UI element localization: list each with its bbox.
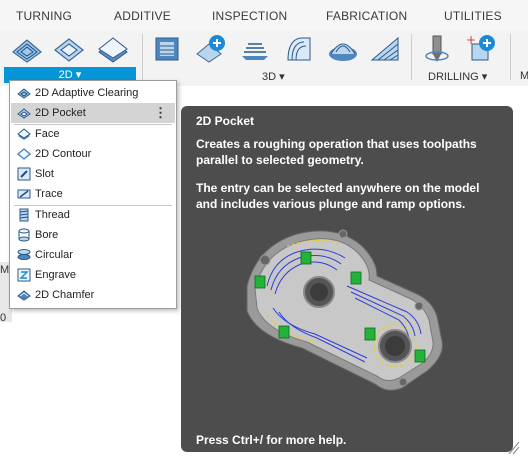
tooltip-description: Creates a roughing operation that uses t… bbox=[196, 137, 477, 167]
parallel-icon[interactable] bbox=[238, 32, 272, 66]
menu-item-label: Slot bbox=[35, 168, 54, 180]
menu-item-label: Circular bbox=[35, 249, 73, 261]
menu-item-bore[interactable]: Bore bbox=[11, 225, 175, 245]
menu-item-engrave[interactable]: Engrave bbox=[11, 265, 175, 285]
tooltip-description-2: The entry can be selected anywhere on th… bbox=[196, 181, 480, 211]
chamfer-icon bbox=[17, 290, 31, 301]
bore-icon bbox=[18, 228, 30, 242]
scallop-icon[interactable] bbox=[368, 32, 402, 66]
contour-3d-icon[interactable] bbox=[282, 32, 316, 66]
tooltip-help-hint: Press Ctrl+/ for more help. bbox=[196, 433, 347, 447]
face-toolbar-icon[interactable] bbox=[96, 32, 130, 66]
menu-item-thread[interactable]: Thread bbox=[11, 205, 175, 225]
tab-fabrication[interactable]: FABRICATION bbox=[326, 9, 407, 23]
face-icon bbox=[17, 128, 31, 140]
pocket-toolbar-icon[interactable] bbox=[52, 32, 86, 66]
radial-icon[interactable] bbox=[326, 32, 360, 66]
menu-item-2d-adaptive-clearing[interactable]: 2D Adaptive Clearing bbox=[11, 83, 175, 103]
ribbon-toolbar: 2D ▾ 3D ▾ + DRILLING ▾ M bbox=[0, 30, 528, 87]
next-group-label[interactable]: M bbox=[520, 70, 528, 82]
left-panel-text-2: 0 bbox=[0, 312, 7, 324]
menu-item-label: Thread bbox=[35, 209, 70, 221]
adaptive-clearing-icon bbox=[17, 88, 31, 99]
circular-icon bbox=[17, 249, 31, 260]
tab-additive[interactable]: ADDITIVE bbox=[114, 9, 171, 23]
menu-item-label: 2D Contour bbox=[35, 148, 92, 160]
drilling-group-dropdown[interactable]: DRILLING ▾ bbox=[428, 70, 487, 83]
slot-icon bbox=[17, 167, 31, 181]
contour-icon bbox=[17, 148, 31, 160]
menu-item-2d-contour[interactable]: 2D Contour bbox=[11, 144, 175, 164]
more-options-icon[interactable]: ⋮ bbox=[154, 105, 167, 121]
tab-inspection[interactable]: INSPECTION bbox=[212, 9, 287, 23]
menu-item-trace[interactable]: Trace bbox=[11, 184, 175, 204]
drill-icon[interactable] bbox=[420, 32, 454, 66]
menu-item-2d-pocket[interactable]: 2D Pocket ⋮ bbox=[11, 103, 175, 123]
pocket-icon bbox=[17, 108, 31, 119]
menu-item-label: Engrave bbox=[35, 269, 76, 281]
pocket-toolpath-illustration bbox=[246, 229, 443, 391]
menu-item-face[interactable]: Face bbox=[11, 124, 175, 144]
trace-icon bbox=[17, 189, 31, 199]
menu-item-slot[interactable]: Slot bbox=[11, 164, 175, 184]
menu-item-circular[interactable]: Circular bbox=[11, 245, 175, 265]
menu-item-2d-chamfer[interactable]: 2D Chamfer bbox=[11, 285, 175, 305]
tab-turning[interactable]: TURNING bbox=[16, 9, 72, 23]
tooltip-title: 2D Pocket bbox=[196, 114, 255, 128]
menu-item-label: Bore bbox=[35, 229, 59, 241]
menu-item-label: Face bbox=[35, 128, 60, 140]
tab-utilities[interactable]: UTILITIES bbox=[444, 9, 502, 23]
toolbar-separator bbox=[411, 34, 412, 80]
3d-pocket-icon[interactable] bbox=[194, 32, 228, 66]
toolbar-separator bbox=[510, 34, 511, 80]
toolbar-separator bbox=[142, 34, 143, 80]
menu-item-label: 2D Chamfer bbox=[35, 289, 95, 301]
resize-corner-icon bbox=[508, 441, 520, 455]
thread-icon bbox=[19, 208, 29, 222]
menu-item-label: 2D Adaptive Clearing bbox=[35, 87, 139, 99]
tooltip-2d-pocket: 2D Pocket Creates a roughing operation t… bbox=[181, 106, 513, 452]
engrave-icon bbox=[17, 268, 31, 282]
adaptive-clearing-icon[interactable] bbox=[10, 32, 44, 66]
3d-adaptive-icon[interactable] bbox=[150, 32, 184, 66]
hole-recognition-icon[interactable]: + bbox=[464, 32, 498, 66]
menu-item-label: 2D Pocket bbox=[35, 107, 86, 119]
menu-item-label: Trace bbox=[35, 188, 63, 200]
ribbon-tabs: TURNING ADDITIVE INSPECTION FABRICATION … bbox=[0, 0, 528, 30]
2d-operations-menu: 2D Adaptive Clearing 2D Pocket ⋮ Face 2D… bbox=[9, 80, 177, 309]
3d-group-dropdown[interactable]: 3D ▾ bbox=[262, 70, 285, 83]
